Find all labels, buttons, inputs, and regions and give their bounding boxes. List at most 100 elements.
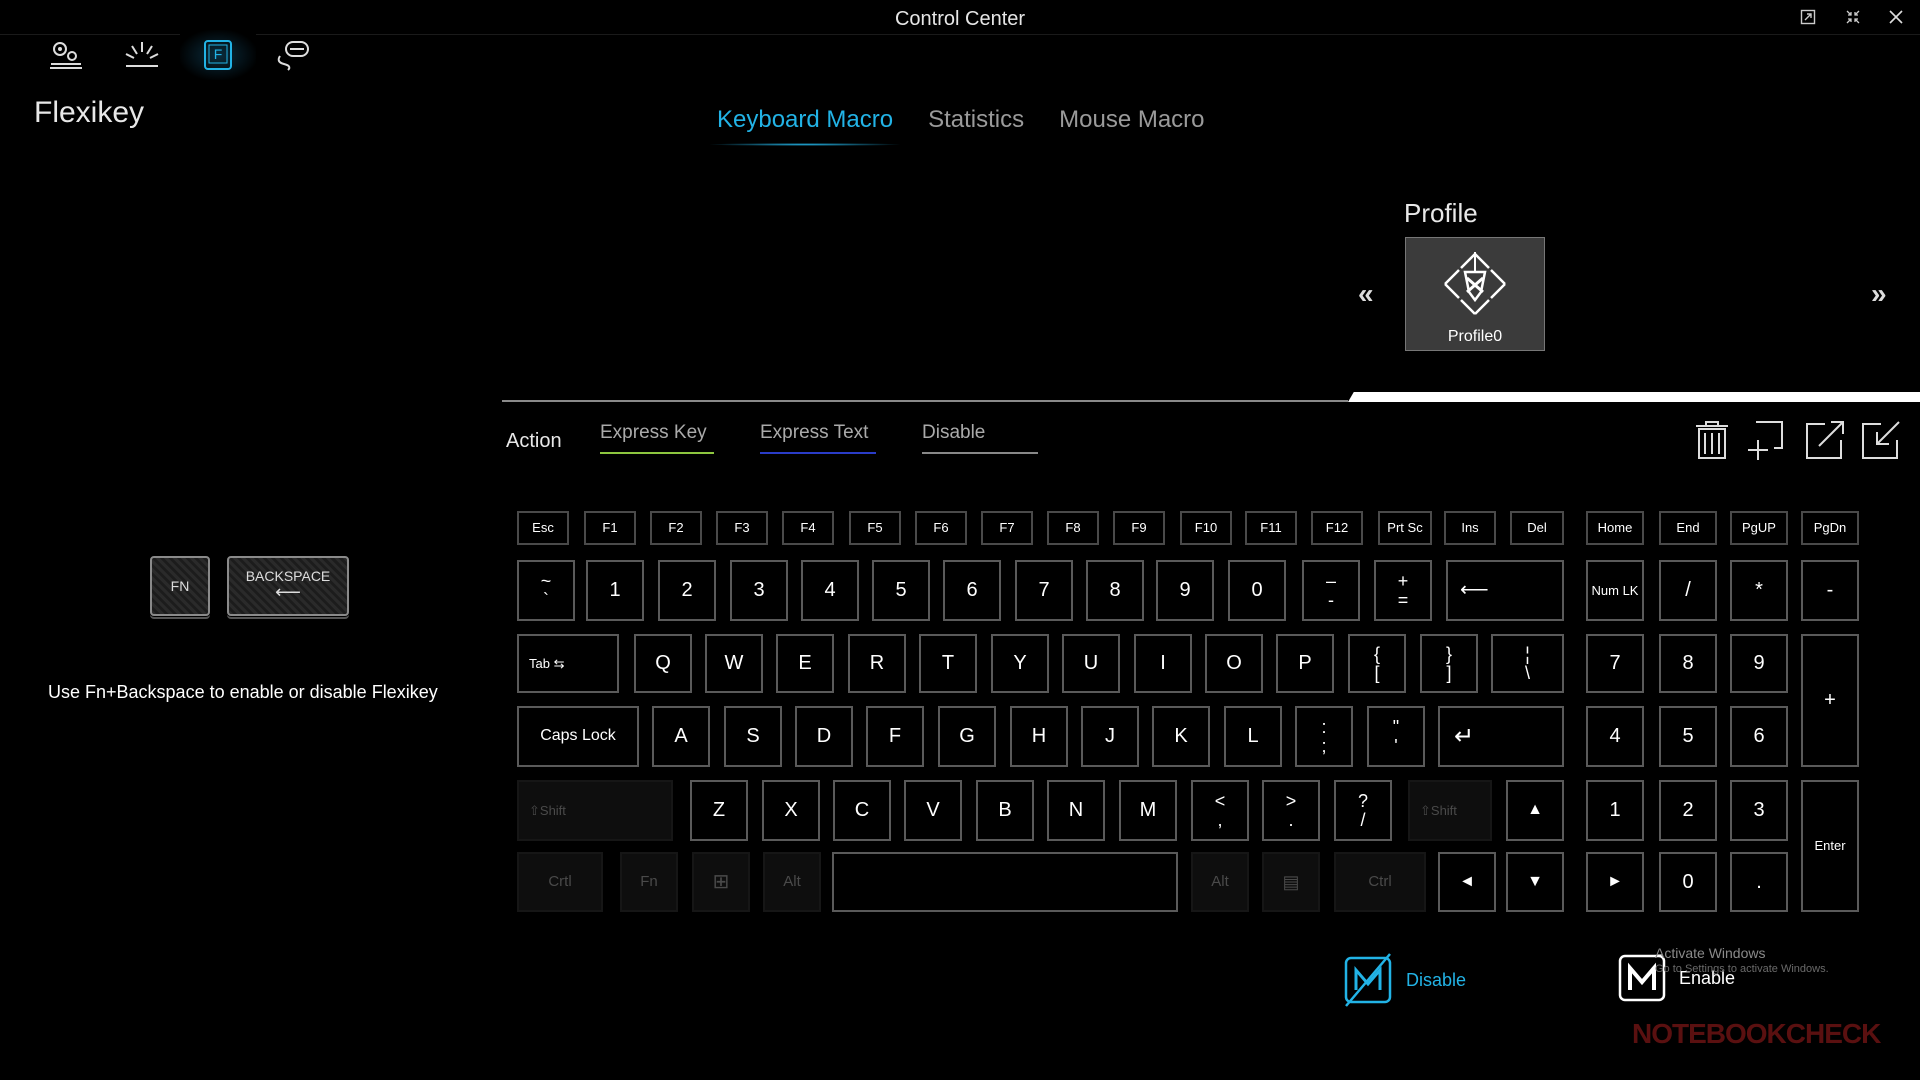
key-tab[interactable]: Tab ⇆ — [517, 634, 619, 693]
key-5[interactable]: 5 — [872, 560, 930, 621]
key-n[interactable]: N — [1047, 780, 1105, 841]
key-up[interactable]: ▲ — [1506, 780, 1564, 841]
key-f[interactable]: F — [866, 706, 924, 767]
key-u[interactable]: U — [1062, 634, 1120, 693]
key-np-1[interactable]: 1 — [1586, 780, 1644, 841]
key-down[interactable]: ▼ — [1506, 852, 1564, 912]
key-rbracket[interactable]: }] — [1420, 634, 1478, 693]
key-m[interactable]: M — [1119, 780, 1177, 841]
key-f8[interactable]: F8 — [1047, 511, 1099, 545]
key-lctrl[interactable]: Crtl — [517, 852, 603, 912]
key-a[interactable]: A — [652, 706, 710, 767]
key-r[interactable]: R — [848, 634, 906, 693]
key-ins[interactable]: Ins — [1444, 511, 1496, 545]
key-f1[interactable]: F1 — [584, 511, 636, 545]
key-left[interactable]: ◄ — [1438, 852, 1496, 912]
key-win[interactable]: ⊞ — [692, 852, 750, 912]
key-lbracket[interactable]: {[ — [1348, 634, 1406, 693]
key-equals[interactable]: + = — [1374, 560, 1432, 621]
key-np-7[interactable]: 7 — [1586, 634, 1644, 693]
key-np-9[interactable]: 9 — [1730, 634, 1788, 693]
key-s[interactable]: S — [724, 706, 782, 767]
key-np-4[interactable]: 4 — [1586, 706, 1644, 767]
key-f9[interactable]: F9 — [1113, 511, 1165, 545]
key-semicolon[interactable]: :; — [1295, 706, 1353, 767]
key-z[interactable]: Z — [690, 780, 748, 841]
key-1[interactable]: 1 — [586, 560, 644, 621]
key-f4[interactable]: F4 — [782, 511, 834, 545]
key-backslash[interactable]: ¦ \ — [1491, 634, 1564, 693]
key-quote[interactable]: " ' — [1367, 706, 1425, 767]
key-np-star[interactable]: * — [1730, 560, 1788, 621]
key-3[interactable]: 3 — [730, 560, 788, 621]
key-i[interactable]: I — [1134, 634, 1192, 693]
key-minus[interactable]: – - — [1302, 560, 1360, 621]
key-np-minus[interactable]: - — [1801, 560, 1859, 621]
key-w[interactable]: W — [705, 634, 763, 693]
key-l[interactable]: L — [1224, 706, 1282, 767]
key-tilde[interactable]: ~ ` — [517, 560, 575, 621]
key-np-6[interactable]: 6 — [1730, 706, 1788, 767]
key-pgup[interactable]: PgUP — [1730, 511, 1788, 545]
key-e[interactable]: E — [776, 634, 834, 693]
key-enter[interactable]: ↵ — [1438, 706, 1564, 767]
key-x[interactable]: X — [762, 780, 820, 841]
key-v[interactable]: V — [904, 780, 962, 841]
key-lalt[interactable]: Alt — [763, 852, 821, 912]
key-np-2[interactable]: 2 — [1659, 780, 1717, 841]
key-g[interactable]: G — [938, 706, 996, 767]
key-t[interactable]: T — [919, 634, 977, 693]
key-o[interactable]: O — [1205, 634, 1263, 693]
key-rshift[interactable]: ⇧Shift — [1408, 780, 1492, 841]
key-c[interactable]: C — [833, 780, 891, 841]
key-np-plus[interactable]: + — [1801, 634, 1859, 767]
key-prtsc[interactable]: Prt Sc — [1378, 511, 1432, 545]
key-lshift[interactable]: ⇧Shift — [517, 780, 673, 841]
key-np-0[interactable]: 0 — [1659, 852, 1717, 912]
key-0[interactable]: 0 — [1228, 560, 1286, 621]
key-np-slash[interactable]: / — [1659, 560, 1717, 621]
key-f11[interactable]: F11 — [1245, 511, 1297, 545]
key-right[interactable]: ► — [1586, 852, 1644, 912]
key-2[interactable]: 2 — [658, 560, 716, 621]
key-space[interactable] — [832, 852, 1178, 912]
key-b[interactable]: B — [976, 780, 1034, 841]
key-f7[interactable]: F7 — [981, 511, 1033, 545]
key-d[interactable]: D — [795, 706, 853, 767]
key-k[interactable]: K — [1152, 706, 1210, 767]
key-y[interactable]: Y — [991, 634, 1049, 693]
key-8[interactable]: 8 — [1086, 560, 1144, 621]
key-comma[interactable]: <, — [1191, 780, 1249, 841]
key-6[interactable]: 6 — [943, 560, 1001, 621]
key-menu[interactable]: ▤ — [1262, 852, 1320, 912]
key-j[interactable]: J — [1081, 706, 1139, 767]
key-fn[interactable]: Fn — [620, 852, 678, 912]
key-ralt[interactable]: Alt — [1191, 852, 1249, 912]
key-backspace[interactable]: ⟵ — [1446, 560, 1564, 621]
key-capslock[interactable]: Caps Lock — [517, 706, 639, 767]
key-np-dot[interactable]: . — [1730, 852, 1788, 912]
key-4[interactable]: 4 — [801, 560, 859, 621]
key-f6[interactable]: F6 — [915, 511, 967, 545]
key-p[interactable]: P — [1276, 634, 1334, 693]
key-numlk[interactable]: Num LK — [1586, 560, 1644, 621]
key-np-enter[interactable]: Enter — [1801, 780, 1859, 912]
key-esc[interactable]: Esc — [517, 511, 569, 545]
key-pgdn[interactable]: PgDn — [1801, 511, 1859, 545]
key-9[interactable]: 9 — [1156, 560, 1214, 621]
key-np-5[interactable]: 5 — [1659, 706, 1717, 767]
key-np-3[interactable]: 3 — [1730, 780, 1788, 841]
key-f12[interactable]: F12 — [1311, 511, 1363, 545]
key-end[interactable]: End — [1659, 511, 1717, 545]
key-f5[interactable]: F5 — [849, 511, 901, 545]
key-f3[interactable]: F3 — [716, 511, 768, 545]
key-f2[interactable]: F2 — [650, 511, 702, 545]
key-rctrl[interactable]: Ctrl — [1334, 852, 1426, 912]
key-7[interactable]: 7 — [1015, 560, 1073, 621]
macro-disable-button[interactable]: Disable — [1342, 952, 1466, 1008]
key-del[interactable]: Del — [1510, 511, 1564, 545]
key-home[interactable]: Home — [1586, 511, 1644, 545]
key-period[interactable]: >. — [1262, 780, 1320, 841]
key-slash[interactable]: ? / — [1334, 780, 1392, 841]
key-np-8[interactable]: 8 — [1659, 634, 1717, 693]
